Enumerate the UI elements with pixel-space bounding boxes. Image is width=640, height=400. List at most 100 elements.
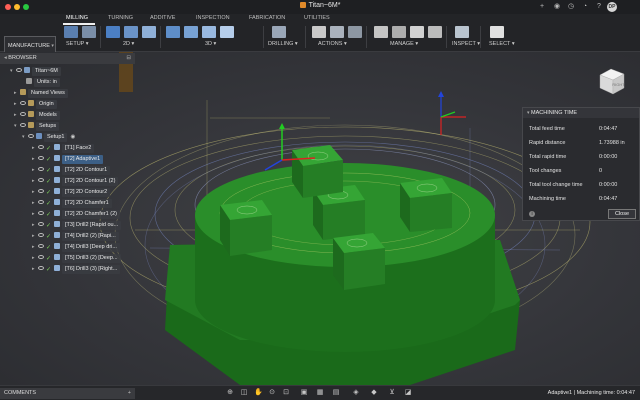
visibility-icon[interactable]	[38, 266, 44, 270]
operation-item[interactable]: ▸ ✓ [T2] 2D Chamfer1 (2)	[32, 210, 120, 219]
operation-item[interactable]: ▸ ✓ [T2] Adaptive1	[32, 155, 104, 164]
visibility-icon[interactable]	[38, 233, 44, 237]
2d-adaptive-icon[interactable]	[106, 26, 120, 38]
machine-library-icon[interactable]	[410, 26, 424, 38]
expand-icon[interactable]: ▸	[32, 254, 38, 263]
3d-contour-icon[interactable]	[220, 26, 234, 38]
zoom-icon[interactable]: ⊙	[268, 389, 276, 397]
expand-icon[interactable]: ▸	[32, 144, 38, 153]
tab-additive[interactable]: ADDITIVE	[150, 15, 175, 21]
user-avatar[interactable]: DP	[607, 2, 617, 12]
3d-pocket-icon[interactable]	[184, 26, 198, 38]
simulation-icon[interactable]: ◈	[352, 389, 360, 397]
zoom-window-icon[interactable]: ⊡	[282, 389, 290, 397]
close-button[interactable]: Close	[608, 209, 636, 219]
tab-milling[interactable]: MILLING	[66, 15, 88, 21]
expand-icon[interactable]: ▾	[10, 67, 16, 76]
tab-inspection[interactable]: INSPECTION	[196, 15, 230, 21]
tab-turning[interactable]: TURNING	[108, 15, 133, 21]
tab-fabrication[interactable]: FABRICATION	[249, 15, 285, 21]
tree-named-views[interactable]: ▸ Named Views	[14, 89, 68, 98]
setup-options-icon[interactable]: ◉	[70, 134, 75, 140]
tree-root[interactable]: ▾ Titan~6M	[10, 67, 61, 76]
new-setup-icon[interactable]	[64, 26, 78, 38]
tree-origin[interactable]: ▸ Origin	[14, 100, 57, 109]
visibility-icon[interactable]	[38, 255, 44, 259]
measure-icon[interactable]	[455, 26, 469, 38]
operation-item[interactable]: ▸ ✓ [T1] Face2	[32, 144, 95, 153]
operation-item[interactable]: ▸ ✓ [T2] 2D Chamfer1	[32, 199, 112, 208]
operation-item[interactable]: ▸ ✓ [T4] Drill2 (2) [Rapi...	[32, 232, 119, 241]
tree-setups[interactable]: ▾ Setups	[14, 122, 60, 131]
orbit-icon[interactable]: ⊕	[226, 389, 234, 397]
generate-icon[interactable]	[348, 26, 362, 38]
group-label-actions[interactable]: ACTIONS ▾	[318, 41, 347, 47]
visibility-icon[interactable]	[38, 189, 44, 193]
2d-contour-icon[interactable]	[142, 26, 156, 38]
view-cube[interactable]: RIGHT	[597, 66, 627, 96]
group-label-manage[interactable]: MANAGE ▾	[390, 41, 418, 47]
expand-icon[interactable]: ▸	[14, 111, 20, 120]
visibility-icon[interactable]	[16, 68, 22, 72]
visibility-icon[interactable]	[38, 178, 44, 182]
drill-icon[interactable]	[272, 26, 286, 38]
toolpath-display-icon[interactable]: ◆	[370, 389, 378, 397]
group-label-2d[interactable]: 2D ▾	[123, 41, 134, 47]
group-label-3d[interactable]: 3D ▾	[205, 41, 216, 47]
operation-item[interactable]: ▸ ✓ [T4] Drill3 [Deep dri...	[32, 243, 120, 252]
operation-item[interactable]: ▸ ✓ [T2] 2D Contour1 (2)	[32, 177, 119, 186]
look-at-icon[interactable]: ◫	[240, 389, 248, 397]
expand-icon[interactable]: ▾	[14, 122, 20, 131]
visibility-icon[interactable]	[38, 222, 44, 226]
visibility-icon[interactable]	[38, 156, 44, 160]
viewports-icon[interactable]: ▤	[332, 389, 340, 397]
select-arrow-icon[interactable]	[490, 26, 504, 38]
expand-icon[interactable]: ▸	[32, 210, 38, 219]
add-comment-icon[interactable]: +	[128, 388, 131, 399]
collapse-icon[interactable]: ◂	[4, 55, 7, 61]
browser-pin-icon[interactable]: ⊟	[126, 53, 131, 64]
tree-units[interactable]: Units: in	[20, 78, 60, 87]
visibility-icon[interactable]	[38, 167, 44, 171]
operation-item[interactable]: ▸ ✓ [T5] Drill3 (2) [Deep...	[32, 254, 121, 263]
comments-panel[interactable]: COMMENTS +	[0, 388, 135, 399]
visibility-icon[interactable]	[20, 112, 26, 116]
2d-pocket-icon[interactable]	[124, 26, 138, 38]
operation-item[interactable]: ▸ ✓ [T3] Drill2 [Rapid ou...	[32, 221, 122, 230]
extensions-icon[interactable]: ◉	[552, 2, 562, 12]
notifications-icon[interactable]: ◔	[580, 2, 590, 12]
expand-icon[interactable]: ▸	[32, 221, 38, 230]
tool-display-icon[interactable]: ⊻	[388, 389, 396, 397]
group-label-drilling[interactable]: DRILLING ▾	[268, 41, 298, 47]
expand-icon[interactable]: ▸	[32, 199, 38, 208]
tree-models[interactable]: ▸ Models	[14, 111, 60, 120]
group-label-select[interactable]: SELECT ▾	[489, 41, 515, 47]
visibility-icon[interactable]	[20, 101, 26, 105]
stock-display-icon[interactable]: ◪	[404, 389, 412, 397]
display-settings-icon[interactable]: ▣	[300, 389, 308, 397]
simulate-icon[interactable]	[312, 26, 326, 38]
visibility-icon[interactable]	[38, 211, 44, 215]
visibility-icon[interactable]	[38, 200, 44, 204]
expand-icon[interactable]: ▸	[14, 100, 20, 109]
collapse-icon[interactable]: ▾	[527, 110, 530, 116]
group-label-setup[interactable]: SETUP ▾	[66, 41, 89, 47]
expand-icon[interactable]: ▸	[32, 188, 38, 197]
setup-sheet-icon[interactable]	[82, 26, 96, 38]
visibility-icon[interactable]	[38, 244, 44, 248]
expand-icon[interactable]: ▸	[32, 243, 38, 252]
expand-icon[interactable]: ▸	[32, 265, 38, 274]
help-icon[interactable]: ?	[594, 2, 604, 12]
visibility-icon[interactable]	[28, 134, 34, 138]
tool-library-icon[interactable]	[374, 26, 388, 38]
expand-icon[interactable]: ▸	[32, 155, 38, 164]
3d-steep-shallow-icon[interactable]	[202, 26, 216, 38]
operation-item[interactable]: ▸ ✓ [T2] 2D Contour1	[32, 166, 111, 175]
3d-adaptive-icon[interactable]	[166, 26, 180, 38]
visibility-icon[interactable]	[38, 145, 44, 149]
post-process-icon[interactable]	[330, 26, 344, 38]
tab-utilities[interactable]: UTILITIES	[304, 15, 330, 21]
visibility-icon[interactable]	[20, 123, 26, 127]
pan-hand-icon[interactable]: ✋	[254, 389, 263, 397]
job-status-icon[interactable]: ◷	[566, 2, 576, 12]
